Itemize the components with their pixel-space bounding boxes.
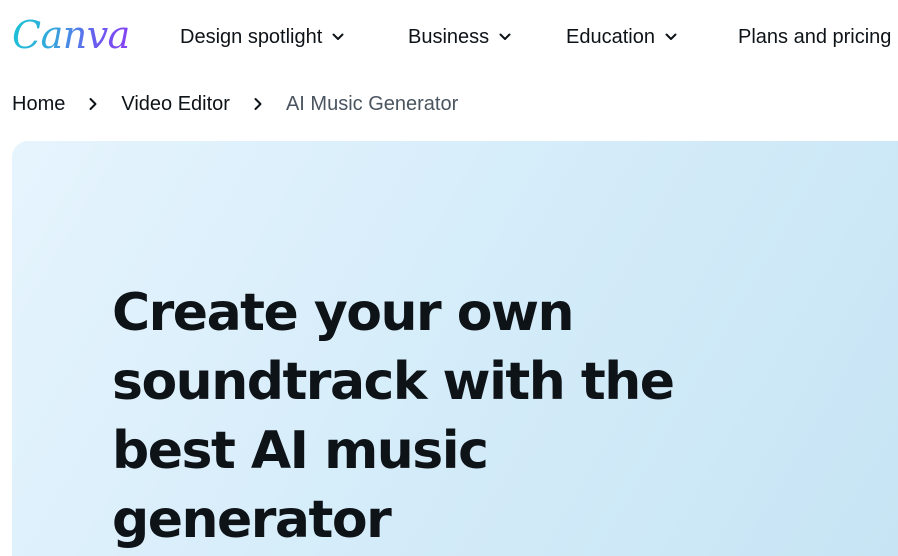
nav-item-label: Business xyxy=(408,26,490,48)
chevron-down-icon xyxy=(332,33,344,40)
chevron-right-icon xyxy=(254,98,262,110)
hero-title: Create your own soundtrack with the best… xyxy=(112,283,675,550)
hero-banner: Create your own soundtrack with the best… xyxy=(12,141,898,556)
breadcrumb-current-page: AI Music Generator xyxy=(285,93,459,115)
breadcrumb-home[interactable]: Home xyxy=(12,90,65,118)
nav-item-label: Design spotlight xyxy=(180,26,323,48)
page: Canva Design spotlight Business Educatio… xyxy=(0,0,898,556)
nav-item-business[interactable]: Business xyxy=(408,22,512,52)
chevron-down-icon xyxy=(665,33,677,40)
nav-item-label: Education xyxy=(566,26,655,48)
canva-logo[interactable]: Canva xyxy=(12,6,130,64)
chevron-down-icon xyxy=(499,33,511,40)
nav-item-design-spotlight[interactable]: Design spotlight xyxy=(180,22,345,52)
nav-item-label: Plans and pricing xyxy=(738,26,892,48)
nav-item-education[interactable]: Education xyxy=(566,22,678,52)
breadcrumb-video-editor[interactable]: Video Editor xyxy=(121,90,230,118)
nav-item-plans-and-pricing[interactable]: Plans and pricing xyxy=(738,22,891,52)
breadcrumb: Home Video Editor AI Music Generator xyxy=(12,90,458,118)
top-navigation: Canva Design spotlight Business Educatio… xyxy=(0,0,898,72)
chevron-right-icon xyxy=(89,98,97,110)
